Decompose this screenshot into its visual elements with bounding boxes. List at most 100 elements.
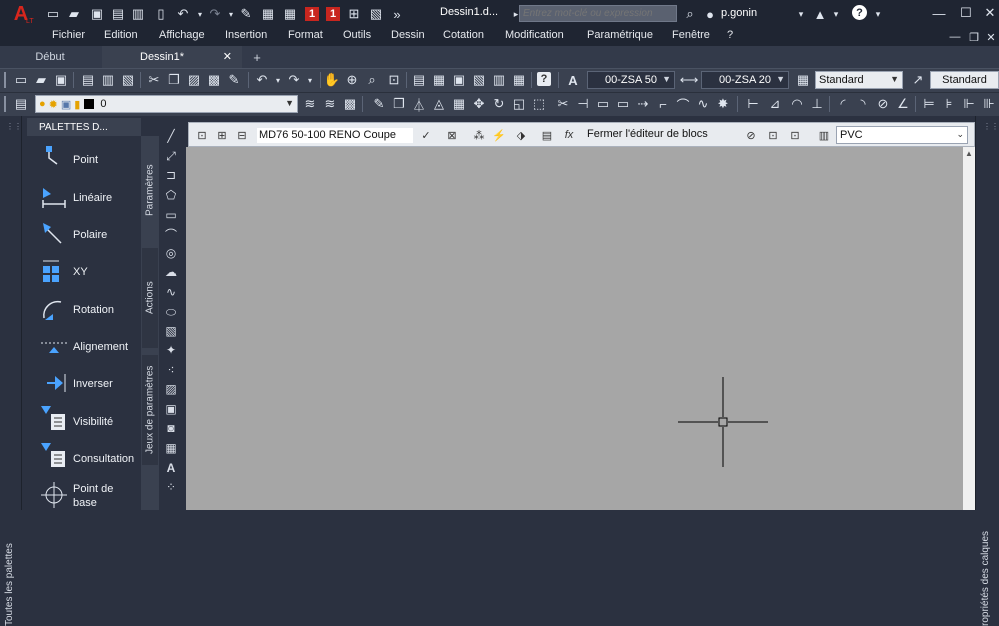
doc-close-icon[interactable]: ✕ — [983, 29, 999, 45]
close-window-icon[interactable]: ✕ — [982, 5, 998, 21]
export-pdf-icon[interactable]: ▧ — [368, 6, 384, 22]
tab-debut[interactable]: Début — [0, 46, 100, 68]
sheet-set-icon[interactable]: ▧ — [471, 72, 487, 88]
layer-previous-icon[interactable]: ≋ — [322, 96, 338, 112]
cut-icon[interactable]: ✂ — [146, 72, 162, 88]
notification-badge-1[interactable]: 1 — [305, 7, 319, 21]
gradient-icon[interactable]: ▣ — [163, 401, 179, 417]
copy-icon[interactable]: ❐ — [166, 72, 182, 88]
user-dropdown-icon[interactable]: ▾ — [793, 6, 809, 22]
save-icon[interactable]: ▣ — [89, 6, 105, 22]
help-tb-icon[interactable]: ? — [537, 72, 551, 86]
visibility-mode-icon[interactable]: ⊘ — [744, 128, 758, 142]
dim-aligned-icon[interactable]: ⊿ — [767, 96, 783, 112]
palette-item-polaire[interactable]: Polaire — [27, 217, 141, 253]
rectangle-icon[interactable]: ▭ — [163, 207, 179, 223]
palettes-collapsed-bar[interactable]: ⋮⋮ Toutes les palettes — [0, 116, 22, 626]
dim-radius-icon[interactable]: ◜ — [835, 96, 851, 112]
insert-block-icon[interactable]: ▧ — [163, 323, 179, 339]
app-dropdown-icon[interactable]: ▾ — [828, 6, 844, 22]
offset-icon[interactable]: ◬ — [431, 96, 447, 112]
palette-item-visibilite[interactable]: Visibilité — [27, 404, 141, 440]
dim-angular-icon[interactable]: ∠ — [895, 96, 911, 112]
palette-item-consultation[interactable]: Consultation — [27, 441, 141, 477]
edit-block-icon[interactable]: ⊡ — [195, 128, 209, 142]
palette-item-rotation[interactable]: Rotation — [27, 292, 141, 328]
close-block-editor-button[interactable]: Fermer l'éditeur de blocs — [587, 128, 708, 140]
redo-tb-dropdown-icon[interactable]: ▾ — [302, 72, 318, 88]
zoom-realtime-icon[interactable]: ⊕ — [344, 72, 360, 88]
vertical-scrollbar[interactable]: ▲ — [963, 147, 975, 510]
dim-diameter-icon[interactable]: ⊘ — [875, 96, 891, 112]
menu-cotation[interactable]: Cotation — [443, 29, 484, 41]
save-block-as-icon[interactable]: ⊟ — [235, 128, 249, 142]
auto-constrain-icon[interactable]: ⊠ — [445, 128, 459, 142]
blend-icon[interactable]: ∿ — [695, 96, 711, 112]
dim-linear-icon[interactable]: ⊢ — [745, 96, 761, 112]
menu-aide[interactable]: ? — [727, 29, 733, 41]
undo-dropdown-icon[interactable]: ▾ — [192, 6, 208, 22]
new-file-icon[interactable]: ▭ — [45, 6, 61, 22]
menu-edition[interactable]: Edition — [104, 29, 138, 41]
break-icon[interactable]: ▭ — [595, 96, 611, 112]
undo-tb-dropdown-icon[interactable]: ▾ — [270, 72, 286, 88]
plot-tb-icon[interactable]: ▤ — [80, 72, 96, 88]
tab-dessin1[interactable]: Dessin1* ✕ — [102, 46, 242, 68]
make-visible-icon[interactable]: ⊡ — [766, 128, 780, 142]
notification-badge-2[interactable]: 1 — [326, 7, 340, 21]
app-menu-button[interactable]: A LT — [8, 3, 34, 26]
maximize-window-icon[interactable]: ☐ — [958, 5, 974, 21]
add-selected-icon[interactable]: ⁘ — [163, 479, 179, 495]
dim-baseline-icon[interactable]: ⊧ — [941, 96, 957, 112]
user-icon[interactable]: ● — [702, 6, 718, 22]
qnew-icon[interactable]: ▭ — [13, 72, 29, 88]
tool-palettes-icon[interactable]: ▣ — [451, 72, 467, 88]
revcloud-icon[interactable]: ☁ — [163, 264, 179, 280]
scroll-up-icon[interactable]: ▲ — [965, 149, 973, 158]
mleader-style-icon[interactable]: ↗ — [910, 72, 926, 88]
mtext-icon[interactable]: A — [163, 460, 179, 476]
properties-icon[interactable]: ▤ — [411, 72, 427, 88]
rotate-icon[interactable]: ↻ — [491, 96, 507, 112]
mleader-style-select[interactable]: Standard — [930, 71, 999, 89]
erase-icon[interactable]: ✎ — [371, 96, 387, 112]
tab-parametres[interactable]: Paramètres — [142, 140, 158, 240]
dim-jogged-icon[interactable]: ◝ — [855, 96, 871, 112]
publish-icon[interactable]: ▧ — [120, 72, 136, 88]
array-icon[interactable]: ▦ — [451, 96, 467, 112]
dim-style-icon[interactable]: ⟷ — [680, 72, 699, 88]
menu-format[interactable]: Format — [288, 29, 323, 41]
save-as-icon[interactable]: ▤ — [110, 6, 126, 22]
drawing-canvas[interactable] — [186, 147, 963, 510]
explode-icon[interactable]: ✸ — [715, 96, 731, 112]
paste-icon[interactable]: ▨ — [186, 72, 202, 88]
palette-item-lineaire[interactable]: Linéaire — [27, 180, 141, 216]
palette-item-alignement[interactable]: Alignement — [27, 329, 141, 365]
undo-tb-icon[interactable]: ↶ — [254, 72, 270, 88]
make-block-icon[interactable]: ✦ — [163, 342, 179, 358]
line-icon[interactable]: ╱ — [163, 128, 179, 144]
point-icon[interactable]: ⁖ — [163, 362, 179, 378]
test-block-icon[interactable]: ✓ — [419, 128, 433, 142]
copy-obj-icon[interactable]: ❐ — [391, 96, 407, 112]
text-style-select[interactable]: 00-ZSA 50 ▼ — [587, 71, 675, 89]
layer-select[interactable]: ● ✹ ▣ ▮ 0 ▼ — [35, 95, 298, 113]
doc-restore-icon[interactable]: ❐ — [966, 29, 982, 45]
menu-insertion[interactable]: Insertion — [225, 29, 267, 41]
plot-icon[interactable]: ▯ — [153, 6, 169, 22]
menu-dessin[interactable]: Dessin — [391, 29, 425, 41]
doc-minimize-icon[interactable]: — — [947, 29, 963, 45]
table-style-select[interactable]: Standard ▼ — [815, 71, 903, 89]
zoom-previous-icon[interactable]: ⊡ — [386, 72, 402, 88]
print-preview-icon[interactable]: ▥ — [130, 6, 146, 22]
action-icon[interactable]: ⚡ — [492, 128, 506, 142]
redo-icon[interactable]: ↷ — [207, 6, 223, 22]
polyline-icon[interactable]: ⊐ — [163, 167, 179, 183]
new-tab-button[interactable]: + — [250, 46, 264, 68]
dim-arc-icon[interactable]: ◠ — [789, 96, 805, 112]
extend-icon[interactable]: ⊣ — [575, 96, 591, 112]
undo-icon[interactable]: ↶ — [175, 6, 191, 22]
tab-jeux-de-parametres[interactable]: Jeux de paramètres — [142, 355, 158, 465]
table-style-icon[interactable]: ▦ — [795, 72, 811, 88]
user-name[interactable]: p.gonin — [721, 7, 757, 19]
